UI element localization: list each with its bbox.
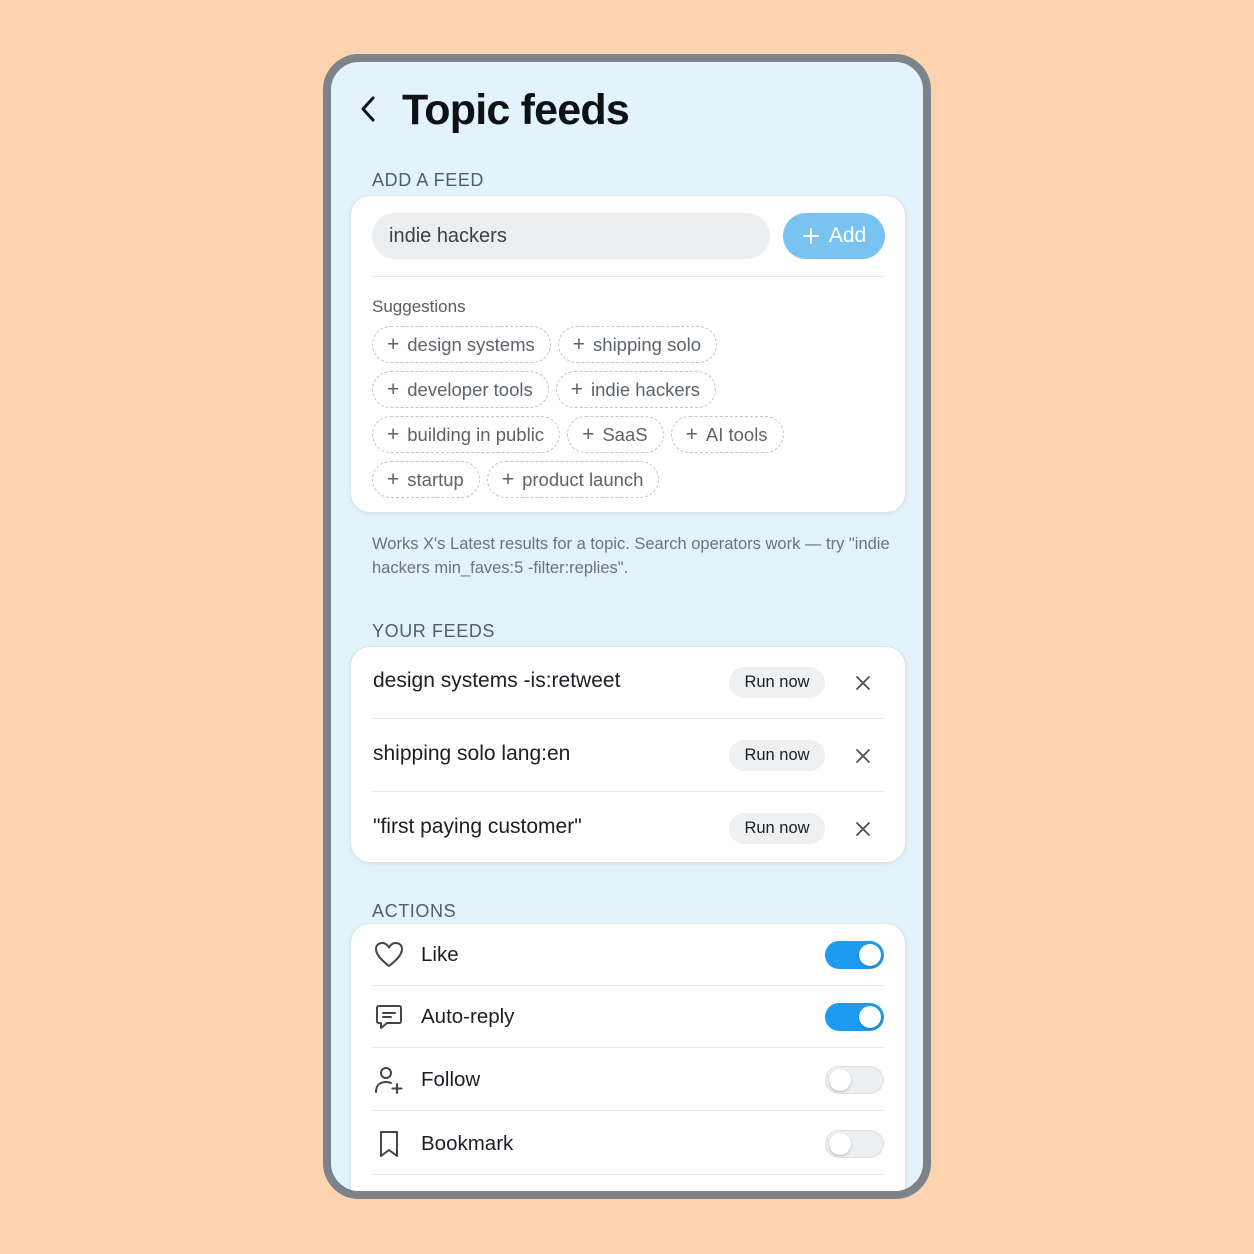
back-button[interactable] xyxy=(355,92,381,126)
chip-label: SaaS xyxy=(602,423,648,445)
feed-row: "first paying customer" Run now xyxy=(351,793,905,865)
add-feed-button[interactable]: Add xyxy=(783,213,885,259)
action-row-like: Like xyxy=(351,924,905,986)
helper-text: Works X's Latest results for a topic. Se… xyxy=(372,535,890,577)
chip-label: indie hackers xyxy=(591,378,701,400)
chip-row: + design systems + shipping solo xyxy=(372,326,892,363)
suggestion-chip[interactable]: + indie hackers xyxy=(555,371,717,408)
plus-icon: + xyxy=(572,333,586,356)
feed-query: shipping solo lang:en xyxy=(373,742,571,765)
auto-reply-toggle[interactable] xyxy=(825,1003,884,1031)
plus-icon: + xyxy=(501,468,515,491)
action-label: Bookmark xyxy=(421,1132,514,1155)
action-label: Follow xyxy=(421,1068,481,1091)
chip-label: developer tools xyxy=(407,378,533,400)
plus-icon: + xyxy=(387,423,400,446)
toggle-knob xyxy=(829,1133,851,1155)
feed-query-input[interactable] xyxy=(372,213,770,259)
divider xyxy=(372,1174,884,1175)
chip-label: startup xyxy=(407,468,464,490)
chip-label: building in public xyxy=(407,423,545,445)
actions-section-label: ACTIONS xyxy=(372,901,457,921)
action-row-auto-reply: Auto-reply xyxy=(351,986,905,1048)
suggestion-chips: + design systems + shipping solo + develope… xyxy=(372,326,892,506)
add-feed-section-label: ADD A FEED xyxy=(372,170,485,190)
close-icon[interactable] xyxy=(853,746,873,766)
chip-row: + developer tools + indie hackers xyxy=(372,371,892,408)
divider xyxy=(372,1047,884,1048)
run-now-button[interactable]: Run now xyxy=(729,813,825,844)
plus-icon: + xyxy=(387,468,400,491)
add-button-label: Add xyxy=(828,224,867,247)
feed-row: design systems -is:retweet Run now xyxy=(351,647,905,719)
action-row-bookmark: Bookmark xyxy=(351,1113,905,1175)
chip-row: + building in public + SaaS + AI tools xyxy=(372,416,892,453)
toggle-knob xyxy=(859,944,881,966)
page-title: Topic feeds xyxy=(402,86,630,134)
feed-query: "first paying customer" xyxy=(373,815,582,838)
action-label: Like xyxy=(421,943,459,966)
suggestion-chip[interactable]: + building in public xyxy=(372,416,561,453)
close-icon[interactable] xyxy=(853,673,873,693)
close-icon[interactable] xyxy=(853,819,873,839)
plus-icon xyxy=(802,228,819,244)
chip-label: product launch xyxy=(522,468,644,490)
action-row-follow: Follow xyxy=(351,1049,905,1111)
suggestion-chip[interactable]: + design systems xyxy=(372,326,551,363)
divider xyxy=(372,276,884,277)
like-toggle[interactable] xyxy=(825,941,884,969)
phone-frame: Topic feeds ADD A FEED Add Suggestions +… xyxy=(323,54,931,1199)
bookmark-toggle[interactable] xyxy=(825,1130,884,1158)
plus-icon: + xyxy=(387,378,400,401)
toggle-knob xyxy=(859,1006,881,1028)
action-label: Auto-reply xyxy=(421,1005,515,1028)
suggestions-label: Suggestions xyxy=(372,297,466,316)
chip-label: AI tools xyxy=(705,423,768,445)
plus-icon: + xyxy=(387,333,400,356)
header: Topic feeds xyxy=(331,62,923,162)
plus-icon: + xyxy=(570,378,584,401)
suggestion-chip[interactable]: + startup xyxy=(372,461,480,498)
suggestion-chip[interactable]: + product launch xyxy=(486,461,660,498)
divider xyxy=(372,1110,884,1111)
feed-query: design systems -is:retweet xyxy=(373,669,621,692)
follow-toggle[interactable] xyxy=(825,1066,884,1094)
chat-icon xyxy=(376,1005,402,1029)
add-feed-card: Add Suggestions + design systems + shippin… xyxy=(350,195,906,513)
suggestion-chip[interactable]: + shipping solo xyxy=(557,326,718,363)
feeds-card: design systems -is:retweet Run now shipp… xyxy=(350,646,906,863)
chip-label: design systems xyxy=(407,333,535,355)
suggestion-chip[interactable]: + developer tools xyxy=(372,371,549,408)
suggestion-chip[interactable]: + SaaS xyxy=(567,416,664,453)
feed-row: shipping solo lang:en Run now xyxy=(351,720,905,792)
suggestion-chip[interactable]: + AI tools xyxy=(670,416,784,453)
divider xyxy=(372,791,884,792)
user-plus-icon xyxy=(375,1067,403,1094)
heart-icon xyxy=(375,942,403,967)
chip-label: shipping solo xyxy=(593,333,702,355)
run-now-button[interactable]: Run now xyxy=(729,740,825,771)
toggle-knob xyxy=(829,1069,851,1091)
bookmark-icon xyxy=(380,1131,398,1157)
chip-row: + startup + product launch xyxy=(372,461,892,498)
your-feeds-section-label: YOUR FEEDS xyxy=(372,621,496,641)
divider xyxy=(372,718,884,719)
plus-icon: + xyxy=(685,423,698,446)
chevron-left-icon xyxy=(361,96,375,122)
plus-icon: + xyxy=(582,423,595,446)
actions-card: Like Auto-reply Follow Bookmark xyxy=(350,923,906,1191)
run-now-button[interactable]: Run now xyxy=(729,667,825,698)
